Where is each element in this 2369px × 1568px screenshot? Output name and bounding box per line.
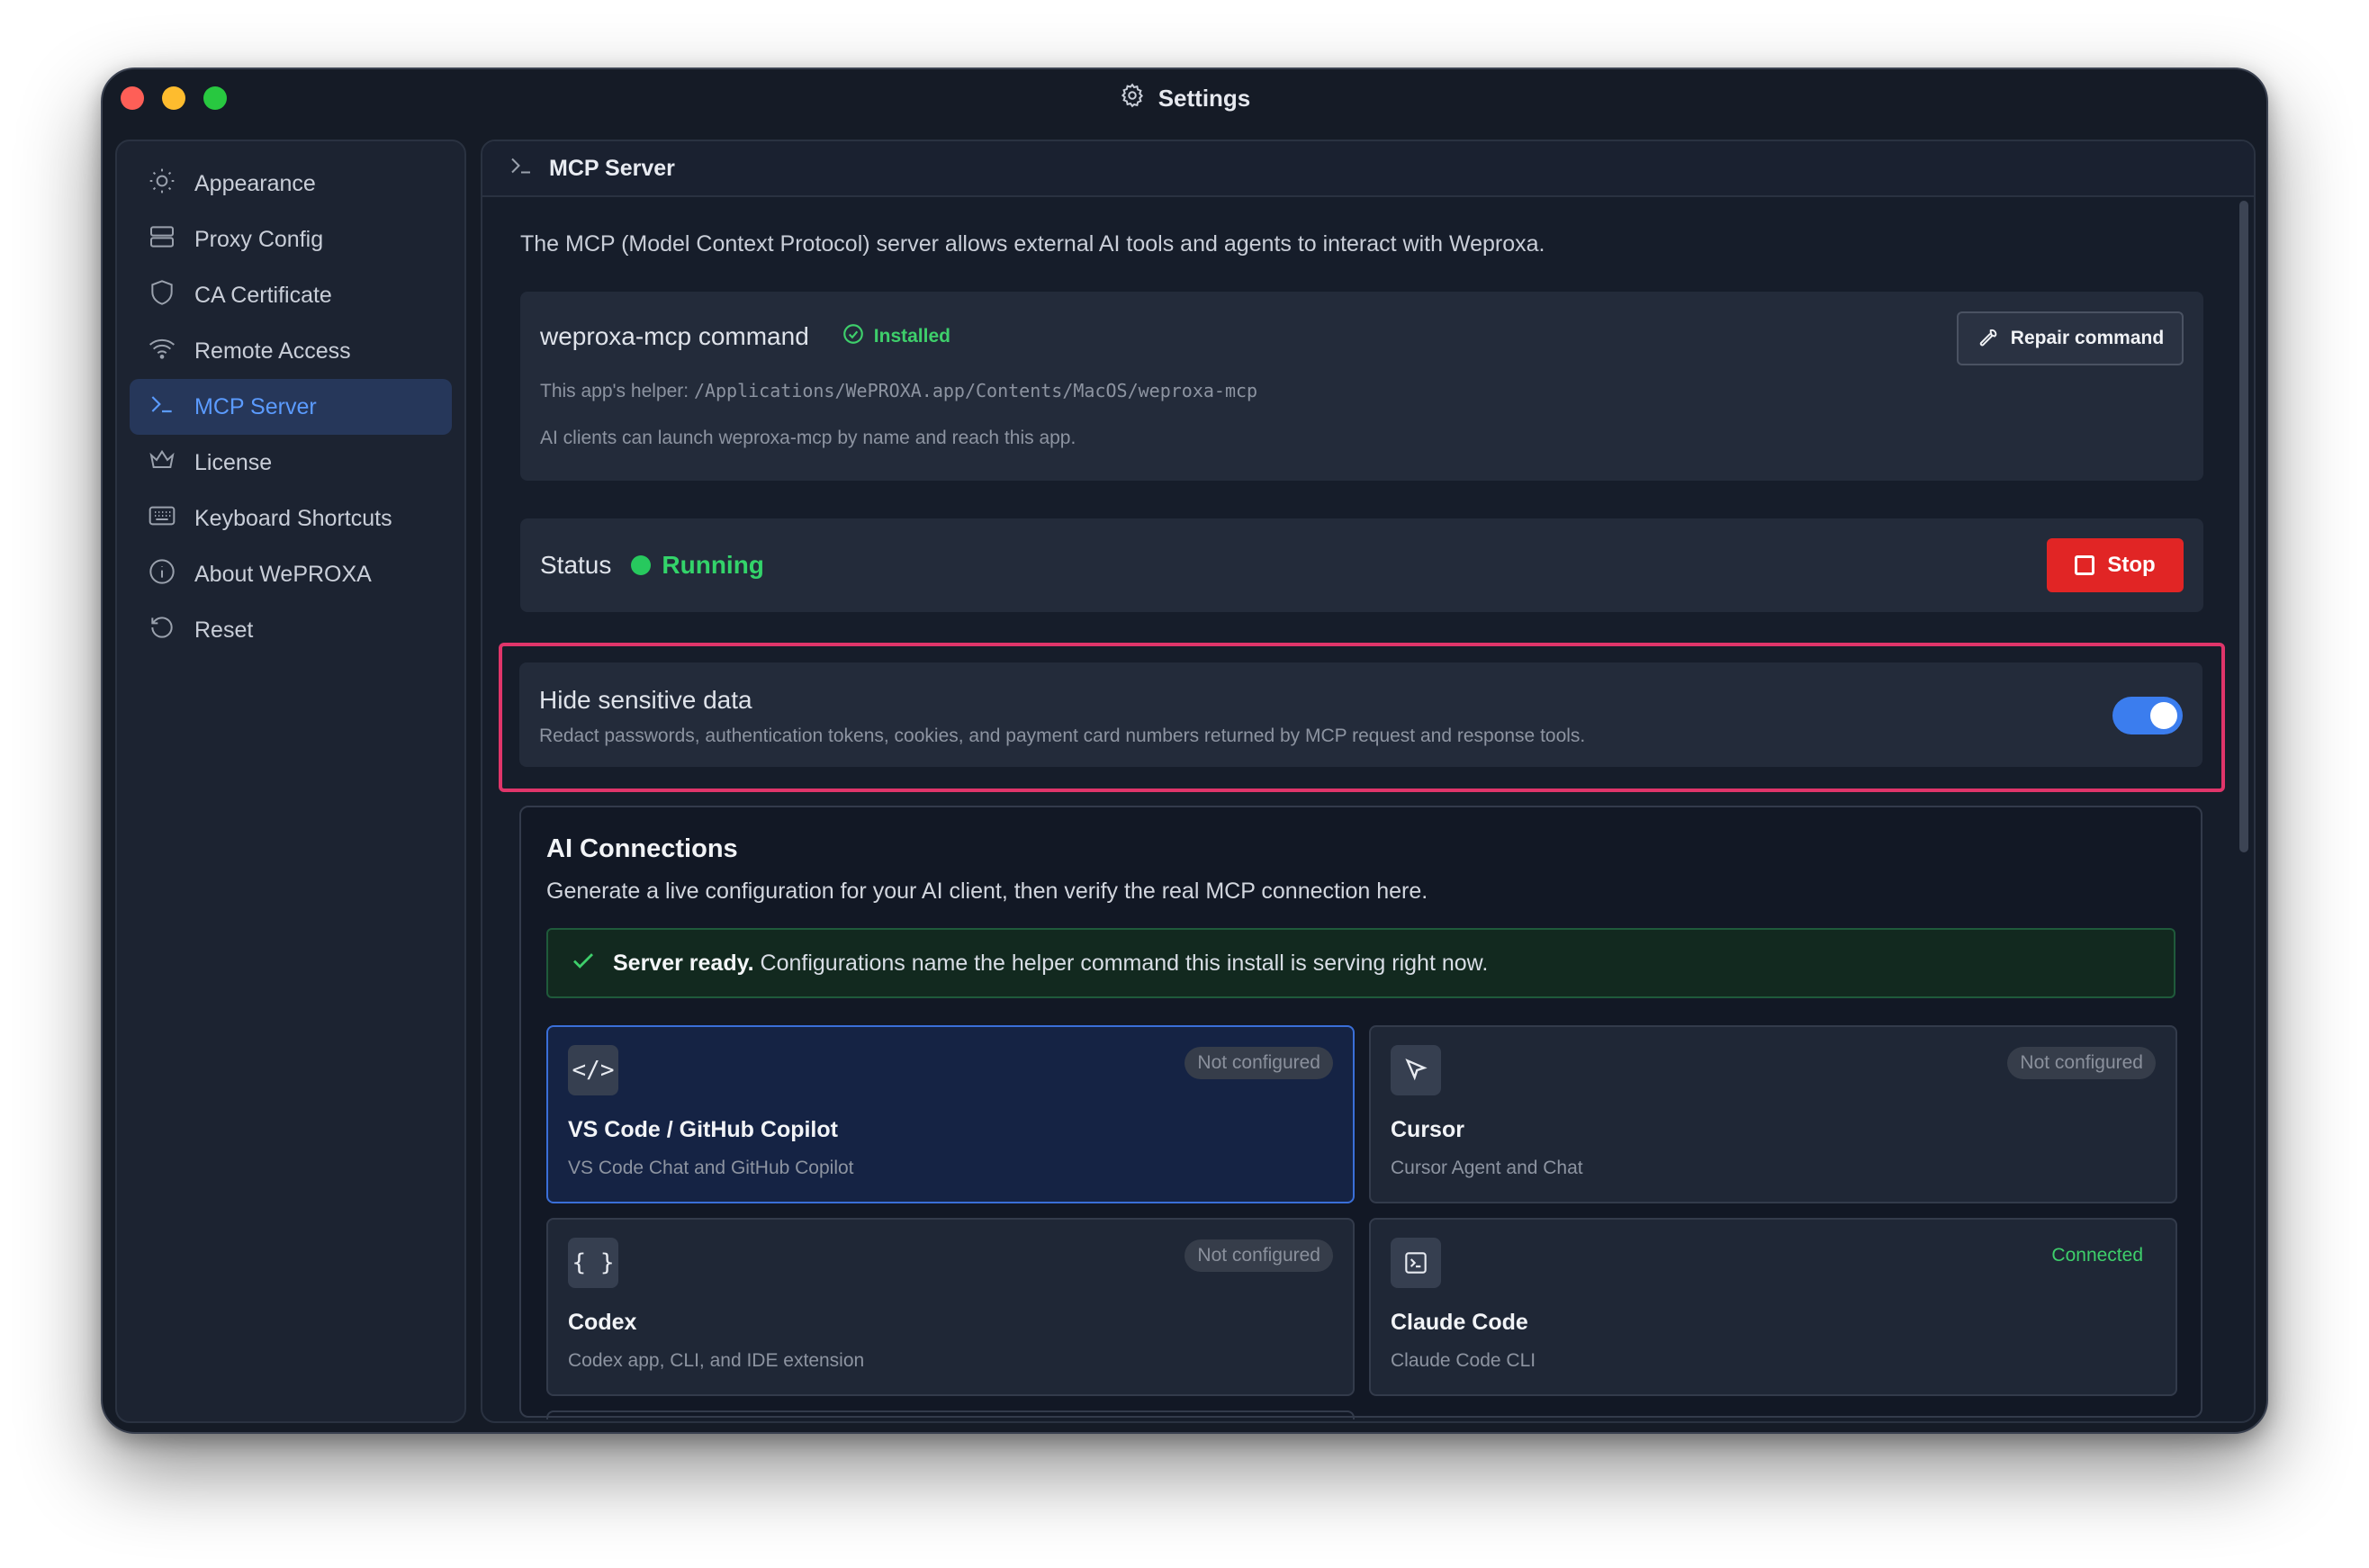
stop-label: Stop bbox=[2107, 553, 2156, 577]
ai-connections-title: AI Connections bbox=[546, 834, 738, 863]
panel-header: MCP Server bbox=[482, 141, 2254, 197]
client-description: Cursor Agent and Chat bbox=[1391, 1158, 1583, 1178]
window-controls bbox=[121, 86, 227, 110]
status-label: Status bbox=[540, 551, 612, 579]
status-card: Status Running Stop bbox=[520, 518, 2203, 612]
keyboard-icon bbox=[148, 501, 176, 536]
minimize-window-button[interactable] bbox=[162, 86, 185, 110]
client-description: Codex app, CLI, and IDE extension bbox=[568, 1350, 865, 1371]
client-card-claude-code[interactable]: Connected Claude Code Claude Code CLI bbox=[1369, 1218, 2177, 1396]
stop-square-icon bbox=[2075, 555, 2095, 575]
ready-text: Configurations name the helper command t… bbox=[753, 950, 1489, 976]
wrench-icon bbox=[1977, 324, 2000, 353]
sidebar-item-label: Remote Access bbox=[194, 338, 351, 364]
client-card-cursor[interactable]: Not configured Cursor Cursor Agent and C… bbox=[1369, 1025, 2177, 1203]
helper-path: /Applications/WePROXA.app/Contents/MacOS… bbox=[693, 380, 1258, 401]
sidebar-item-label: Proxy Config bbox=[194, 226, 324, 252]
client-name: Codex bbox=[568, 1310, 637, 1335]
status-badge: Not configured bbox=[1184, 1239, 1333, 1272]
installed-label: Installed bbox=[873, 326, 950, 347]
zoom-window-button[interactable] bbox=[203, 86, 227, 110]
window-title: Settings bbox=[1157, 84, 1251, 112]
page-title: MCP Server bbox=[549, 155, 675, 181]
status-badge: Not configured bbox=[1184, 1047, 1333, 1079]
sidebar-item-label: License bbox=[194, 449, 273, 475]
client-card-vscode[interactable]: </> Not configured VS Code / GitHub Copi… bbox=[546, 1025, 1355, 1203]
sun-icon bbox=[148, 167, 176, 202]
client-name: Claude Code bbox=[1391, 1310, 1528, 1335]
sidebar-item-mcp-server[interactable]: MCP Server bbox=[130, 379, 452, 435]
status-dot bbox=[631, 555, 652, 575]
sidebar-item-appearance[interactable]: Appearance bbox=[130, 156, 452, 212]
ai-connections-subtitle: Generate a live configuration for your A… bbox=[546, 879, 1428, 904]
settings-window: Settings Appearance Proxy Config CA Cert… bbox=[101, 68, 2268, 1434]
helper-line: This app's helper: /Applications/WePROXA… bbox=[540, 380, 2184, 402]
sidebar-item-label: MCP Server bbox=[194, 393, 317, 419]
sidebar-item-reset[interactable]: Reset bbox=[130, 602, 452, 658]
scrollbar[interactable] bbox=[2239, 201, 2248, 852]
status-badge: Not configured bbox=[2007, 1047, 2156, 1079]
info-icon bbox=[148, 557, 176, 592]
status-badge: Connected bbox=[2051, 1245, 2143, 1266]
sidebar-item-label: Keyboard Shortcuts bbox=[194, 505, 392, 531]
client-name: Cursor bbox=[1391, 1117, 1464, 1142]
sidebar-item-about[interactable]: About WePROXA bbox=[130, 546, 452, 602]
sidebar-item-keyboard-shortcuts[interactable]: Keyboard Shortcuts bbox=[130, 491, 452, 546]
close-window-button[interactable] bbox=[121, 86, 144, 110]
repair-command-label: Repair command bbox=[2010, 328, 2165, 348]
installed-badge: Installed bbox=[842, 322, 950, 351]
code-icon: </> bbox=[568, 1045, 618, 1095]
helper-prefix: This app's helper: bbox=[540, 381, 694, 401]
client-description: VS Code Chat and GitHub Copilot bbox=[568, 1158, 854, 1178]
client-description: Claude Code CLI bbox=[1391, 1350, 1536, 1371]
server-icon bbox=[148, 222, 176, 257]
title-bar: Settings bbox=[103, 69, 2266, 127]
sidebar-item-label: Reset bbox=[194, 617, 254, 643]
crown-icon bbox=[148, 446, 176, 481]
terminal-icon bbox=[508, 152, 535, 185]
repair-command-button[interactable]: Repair command bbox=[1957, 311, 2184, 365]
launch-note: AI clients can launch weproxa-mcp by nam… bbox=[540, 428, 1076, 448]
client-grid: </> Not configured VS Code / GitHub Copi… bbox=[546, 1025, 2177, 1396]
sidebar: Appearance Proxy Config CA Certificate R… bbox=[115, 140, 466, 1423]
client-name: VS Code / GitHub Copilot bbox=[568, 1117, 838, 1142]
check-icon bbox=[570, 947, 597, 980]
terminal-box-icon bbox=[1391, 1238, 1441, 1288]
client-card-partial bbox=[546, 1410, 1355, 1419]
sidebar-item-proxy-config[interactable]: Proxy Config bbox=[130, 212, 452, 267]
braces-icon: { } bbox=[568, 1238, 618, 1288]
wifi-icon bbox=[148, 334, 176, 369]
intro-text: The MCP (Model Context Protocol) server … bbox=[520, 231, 1545, 257]
ai-connections-section: AI Connections Generate a live configura… bbox=[519, 806, 2202, 1419]
cursor-arrow-icon bbox=[1391, 1045, 1441, 1095]
sidebar-item-ca-certificate[interactable]: CA Certificate bbox=[130, 267, 452, 323]
running-indicator: Running bbox=[631, 551, 764, 580]
stop-button[interactable]: Stop bbox=[2047, 538, 2184, 592]
command-title: weproxa-mcp command bbox=[540, 322, 809, 350]
ready-bold: Server ready. bbox=[613, 950, 754, 976]
sidebar-item-label: CA Certificate bbox=[194, 282, 332, 308]
check-circle-icon bbox=[842, 322, 865, 351]
sidebar-item-remote-access[interactable]: Remote Access bbox=[130, 323, 452, 379]
status-value: Running bbox=[662, 551, 764, 579]
gear-icon bbox=[1119, 82, 1146, 115]
sidebar-item-license[interactable]: License bbox=[130, 435, 452, 491]
server-ready-banner: Server ready. Configurations name the he… bbox=[546, 928, 2175, 998]
sidebar-item-label: Appearance bbox=[194, 170, 316, 196]
command-card: weproxa-mcp command Installed Repair com… bbox=[520, 292, 2203, 481]
terminal-icon bbox=[148, 390, 176, 425]
reset-icon bbox=[148, 613, 176, 648]
highlight-outline bbox=[499, 643, 2225, 792]
sidebar-item-label: About WePROXA bbox=[194, 561, 372, 587]
shield-icon bbox=[148, 278, 176, 313]
client-card-codex[interactable]: { } Not configured Codex Codex app, CLI,… bbox=[546, 1218, 1355, 1396]
